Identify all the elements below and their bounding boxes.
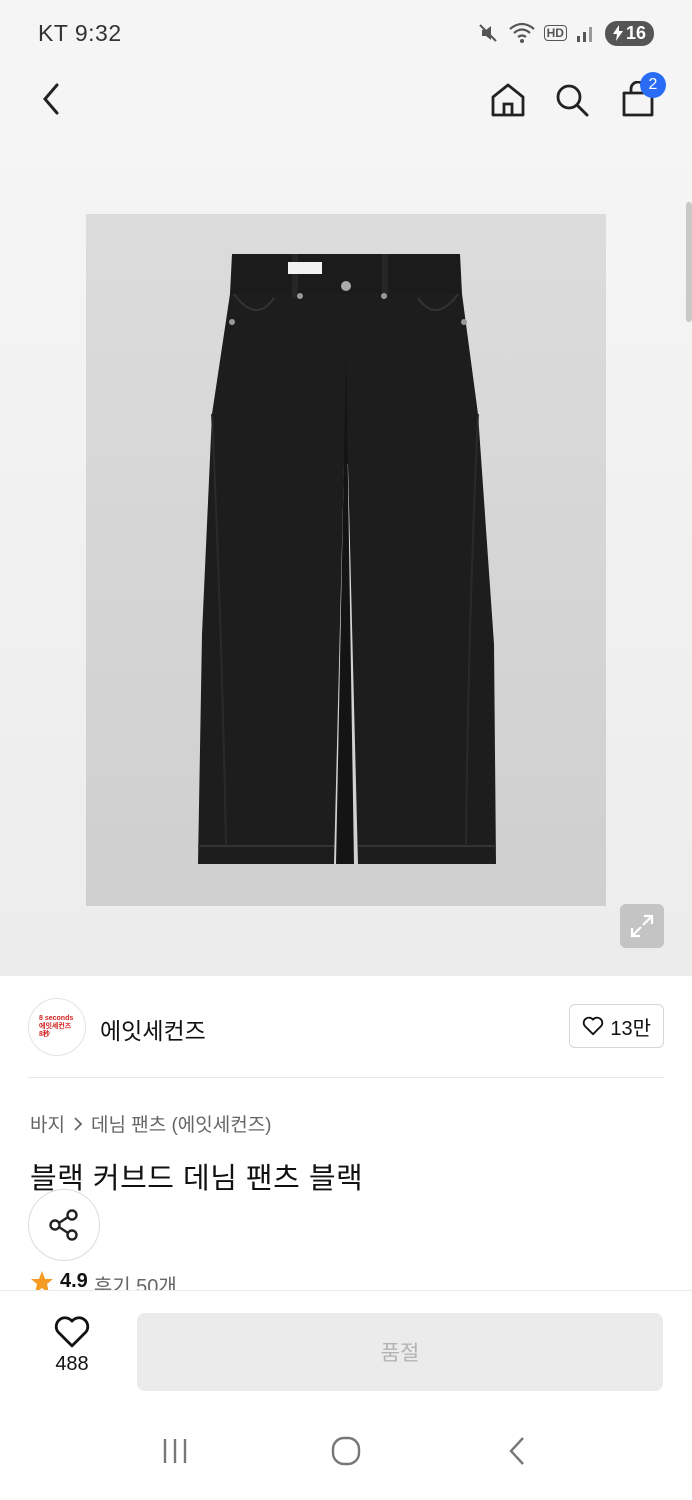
- share-button[interactable]: [28, 1189, 100, 1261]
- recent-apps-icon: [164, 1439, 187, 1463]
- chevron-left-icon: [43, 83, 59, 115]
- heart-icon: [54, 1316, 90, 1348]
- cart-button[interactable]: 2: [616, 72, 666, 122]
- battery-level: 16: [625, 22, 646, 43]
- chevron-right-icon: [74, 1116, 83, 1131]
- status-time: KT 9:32: [38, 19, 122, 46]
- hd-icon: HD: [543, 25, 567, 41]
- logo-line: 에잇세컨즈: [39, 1023, 72, 1030]
- recent-apps-button[interactable]: [145, 1421, 205, 1481]
- home-circle-icon: [331, 1436, 361, 1466]
- brand-like-button[interactable]: 13만: [569, 1004, 664, 1048]
- breadcrumb-item[interactable]: 바지: [30, 1110, 65, 1137]
- rating-row[interactable]: 4.9 후기 50개: [30, 1270, 177, 1292]
- product-page: KT 9:32 HD 16 2 8 seconds 에잇세컨즈 8秒 에잇세컨즈…: [0, 0, 692, 1500]
- brand-name[interactable]: 에잇세컨즈: [100, 1012, 206, 1046]
- home-button[interactable]: [486, 78, 530, 122]
- scrollbar[interactable]: [686, 202, 692, 322]
- home-icon: [491, 83, 525, 117]
- home-nav-button[interactable]: [316, 1421, 376, 1481]
- product-image-gallery[interactable]: [0, 132, 692, 976]
- logo-line: 8 seconds: [39, 1015, 74, 1022]
- star-icon: [31, 1271, 53, 1292]
- share-icon: [49, 1209, 78, 1241]
- product-photo: [86, 214, 606, 906]
- product-like-button[interactable]: 488: [30, 1315, 114, 1385]
- status-bar: KT 9:32 HD 16: [0, 0, 692, 66]
- cart-count-badge: 2: [640, 72, 666, 98]
- jeans-image: [86, 214, 606, 906]
- search-icon: [556, 84, 589, 117]
- brand-row[interactable]: 8 seconds 에잇세컨즈 8秒 에잇세컨즈 13만: [28, 976, 664, 1078]
- heart-icon: [583, 1016, 604, 1036]
- breadcrumb-item[interactable]: 데님 팬츠 (에잇세컨즈): [91, 1110, 272, 1137]
- brand-logo[interactable]: 8 seconds 에잇세컨즈 8秒: [28, 998, 86, 1056]
- back-button[interactable]: [30, 78, 72, 120]
- app-header: 2: [0, 66, 692, 132]
- brand-like-count: 13만: [610, 1017, 651, 1040]
- expand-image-button[interactable]: [620, 904, 664, 948]
- product-like-count: 488: [55, 1353, 89, 1375]
- logo-line: 8秒: [39, 1031, 50, 1038]
- bottom-action-bar: 488 품절: [0, 1290, 692, 1402]
- back-arrow-icon: [509, 1437, 524, 1465]
- search-button[interactable]: [550, 78, 594, 122]
- expand-icon: [630, 914, 654, 938]
- wifi-icon: [508, 22, 535, 43]
- battery-indicator: 16: [604, 20, 654, 46]
- review-count[interactable]: 후기 50개: [94, 1270, 177, 1292]
- system-nav-bar: [0, 1402, 692, 1500]
- charging-icon: [612, 25, 623, 41]
- soldout-button[interactable]: 품절: [137, 1313, 663, 1391]
- mute-icon: [478, 24, 497, 42]
- rating-score: 4.9: [60, 1270, 88, 1292]
- signal-icon: [576, 27, 592, 42]
- product-title: 블랙 커브드 데님 팬츠 블랙: [30, 1163, 364, 1195]
- status-icons: HD 16: [476, 20, 654, 46]
- breadcrumb: 바지 데님 팬츠 (에잇세컨즈): [30, 1110, 272, 1137]
- back-nav-button[interactable]: [487, 1421, 547, 1481]
